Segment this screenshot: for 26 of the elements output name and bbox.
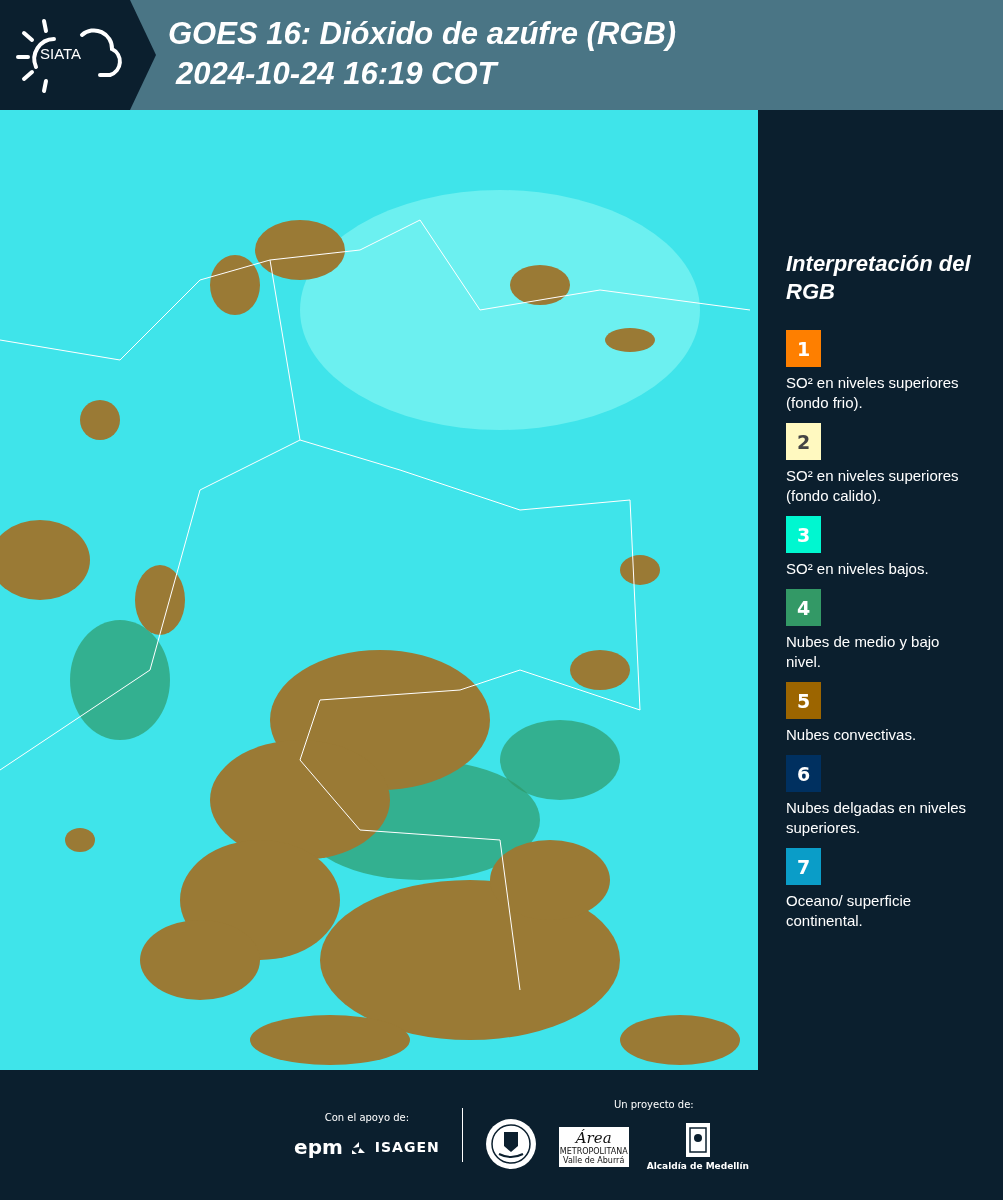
legend-description: SO² en niveles superiores (fondo frio). [786, 373, 960, 413]
legend-swatch: 3 [786, 516, 821, 553]
legend-swatch: 7 [786, 848, 821, 885]
timestamp: 2024-10-24 16:19 COT [174, 55, 500, 93]
seal-icon [484, 1118, 537, 1170]
legend-swatch: 1 [786, 330, 821, 367]
project-label: Un proyecto de: [613, 1099, 694, 1110]
legend-description: Oceano/ superficie continental. [786, 891, 913, 931]
legend-description: SO² en niveles superiores (fondo calido). [786, 466, 960, 506]
legend-swatch: 4 [786, 589, 821, 626]
epm-logo: epm [294, 1134, 343, 1159]
legend-description: Nubes delgadas en niveles superiores. [786, 798, 968, 838]
legend-title: Interpretación del RGB [786, 250, 972, 306]
legend-description: Nubes de medio y bajo nivel. [786, 632, 941, 672]
isagen-logo: ISAGEN [374, 1138, 440, 1155]
support-label: Con el apoyo de: [324, 1111, 410, 1123]
city-logo-text: Alcaldía de Medellín [646, 1161, 749, 1171]
legend-description: Nubes convectivas. [786, 725, 918, 745]
area-logo: Área METROPOLITANA Valle de Aburrá [558, 1126, 629, 1167]
page-title: GOES 16: Dióxido de azúfre (RGB) [168, 15, 677, 53]
legend-swatch: 2 [786, 423, 821, 460]
coat-of-arms-icon [684, 1122, 711, 1158]
legend-description: SO² en niveles bajos. [786, 559, 930, 579]
legend-swatch: 5 [786, 682, 821, 719]
legend-swatch: 6 [786, 755, 821, 792]
logo-text: SIATA [40, 45, 82, 62]
